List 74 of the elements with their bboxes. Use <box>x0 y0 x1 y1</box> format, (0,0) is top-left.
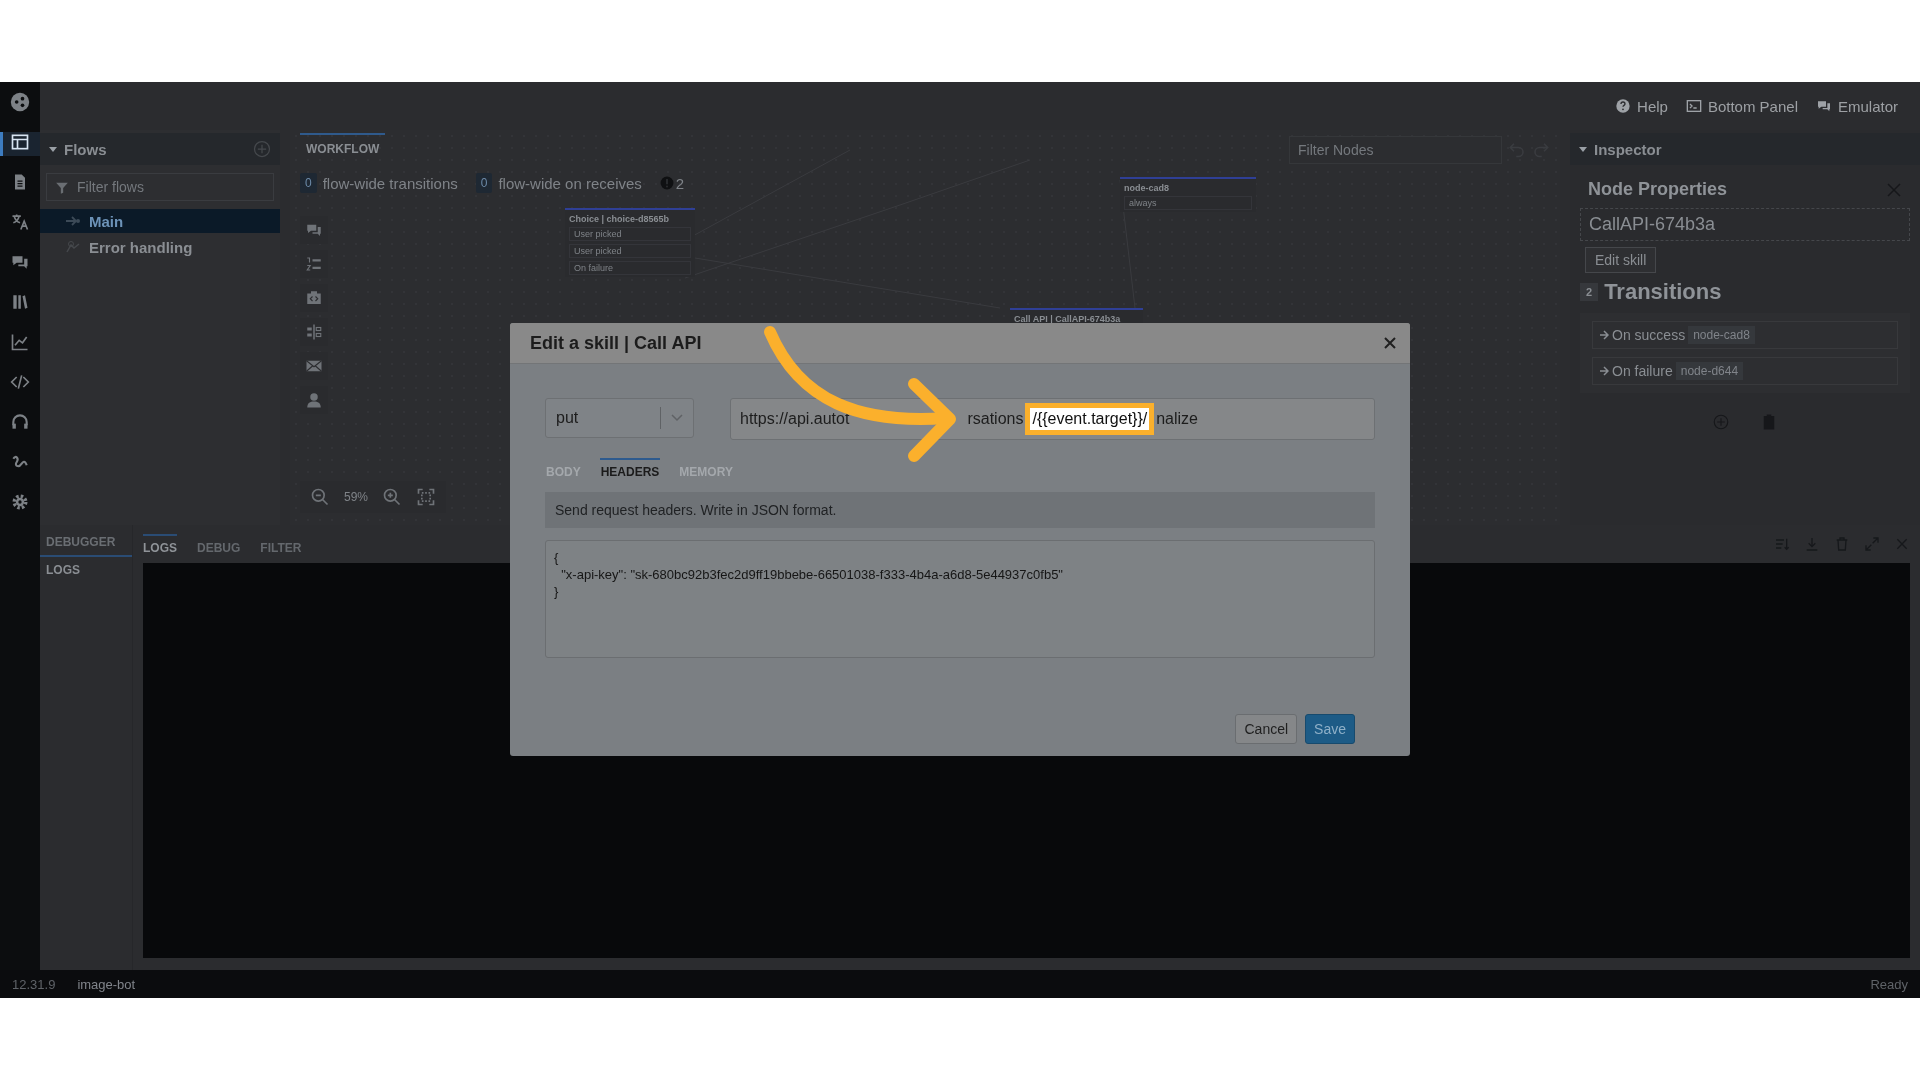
flow-item[interactable]: Error handling <box>40 235 280 259</box>
add-icon[interactable] <box>252 139 272 159</box>
node-title: Choice | choice-d8565b <box>569 214 671 224</box>
panel-title: Node Properties <box>1588 179 1728 200</box>
flow-node[interactable]: node-cad8 always <box>1120 177 1256 212</box>
workflow-tab[interactable]: WORKFLOW <box>300 133 386 157</box>
filter-field[interactable]: Filter flows <box>46 173 274 201</box>
node-transition: always <box>1124 196 1252 210</box>
code-icon[interactable] <box>10 372 30 392</box>
books-icon[interactable] <box>10 292 30 312</box>
layout-icon[interactable] <box>10 132 30 152</box>
target-tag: node-d644 <box>1675 362 1744 380</box>
arrow-icon <box>1599 366 1609 376</box>
warning-count: 2 <box>675 174 685 192</box>
node-transition: On failure <box>569 261 691 275</box>
target-tag: node-cad8 <box>1688 326 1755 344</box>
entry-arrow-icon <box>65 214 81 228</box>
filter-icon <box>55 181 69 195</box>
transition-label: On success <box>1612 327 1686 343</box>
inspector-header[interactable]: Inspector <box>1570 133 1920 165</box>
terminal-icon <box>1685 98 1702 114</box>
flow-node[interactable]: Choice | choice-d8565b User picked User picked On failure <box>565 208 695 277</box>
version-label: 12.31.9 <box>12 976 56 992</box>
debugger-tab[interactable]: DEBUGGER <box>40 525 132 557</box>
panel-tab[interactable]: DEBUG <box>197 533 241 555</box>
close-icon[interactable] <box>1384 337 1396 349</box>
arrow-icon <box>1599 330 1609 340</box>
status-text: Ready <box>1870 976 1908 992</box>
error-flow-icon <box>65 240 81 254</box>
zoom-in-icon[interactable] <box>382 487 403 507</box>
header-link[interactable]: Help <box>1615 97 1668 115</box>
help-icon <box>1615 98 1632 114</box>
logs-item[interactable]: LOGS <box>40 557 132 583</box>
settings-icon[interactable] <box>10 492 30 512</box>
save-button[interactable]: Save <box>1305 714 1355 744</box>
cancel-button[interactable]: Cancel <box>1235 714 1298 744</box>
chart-icon[interactable] <box>10 332 30 352</box>
header-link[interactable]: Bottom Panel <box>1685 97 1798 115</box>
header-link[interactable]: Emulator <box>1815 97 1898 115</box>
transition-label: On failure <box>1612 363 1673 379</box>
panel-tab[interactable]: LOGS <box>143 533 177 555</box>
edit-skill-button[interactable]: Edit skill <box>1585 247 1657 273</box>
section-title: Transitions <box>1604 279 1722 305</box>
bot-name: image-bot <box>77 976 136 992</box>
zoom-out-icon[interactable] <box>310 487 330 507</box>
node-name[interactable]: CallAPI-674b3a <box>1580 208 1910 241</box>
chevron-down-icon <box>671 414 683 422</box>
transition-item[interactable]: On failure node-d644 <box>1592 357 1898 385</box>
headers-field[interactable]: { "x-api-key": "sk-680bc92b3fec2d9ff19bbebe-66501038-f333-4b4a-a6d8-5e44937c0fb5" } <box>545 540 1375 658</box>
flows-header[interactable]: Flows <box>40 133 280 165</box>
count-badge: 0 <box>475 173 493 193</box>
zoom-level: 59% <box>344 490 369 504</box>
translate-icon[interactable] <box>10 212 30 232</box>
fit-screen-icon[interactable] <box>416 487 437 507</box>
node-transition: User picked <box>569 244 691 258</box>
hint-text: Send request headers. Write in JSON format. <box>545 492 1375 528</box>
dialog-tab[interactable]: HEADERS <box>599 458 661 479</box>
node-transition: User picked <box>569 227 691 241</box>
caret-icon <box>48 144 58 154</box>
counter-label[interactable]: flow-wide on receives <box>498 174 642 192</box>
dialog-title: Edit a skill | Call API <box>530 332 702 354</box>
filter-nodes-field[interactable]: Filter Nodes <box>1289 136 1502 164</box>
url-field[interactable]: https://api.autot rsations /{{event.target}}/ nalize <box>730 398 1375 440</box>
flow-item[interactable]: Main <box>40 209 280 233</box>
count-badge: 0 <box>300 173 317 193</box>
counter-label[interactable]: flow-wide transitions <box>322 174 458 192</box>
count-badge: 2 <box>1580 283 1599 301</box>
panel-tab[interactable]: FILTER <box>260 533 302 555</box>
node-title: node-cad8 <box>1124 183 1170 193</box>
method-select[interactable]: put <box>545 398 694 438</box>
share-icon[interactable] <box>10 92 30 112</box>
caret-icon <box>1578 144 1588 154</box>
headset-icon[interactable] <box>10 412 30 432</box>
transition-item[interactable]: On success node-cad8 <box>1592 321 1898 349</box>
